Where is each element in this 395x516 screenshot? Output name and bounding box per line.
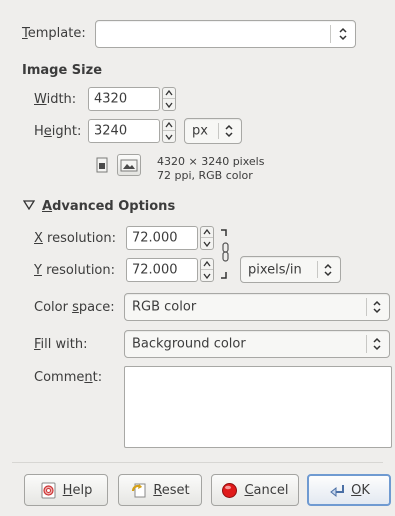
fill-with-value: Background color [132,336,246,352]
ok-icon [330,484,345,497]
fill-with-combo[interactable]: Background color [124,330,390,358]
y-resolution-increment-button[interactable] [201,259,213,270]
combo-arrows-icon [324,263,332,276]
color-space-value: RGB color [132,299,197,315]
combo-arrows-icon [225,124,233,138]
height-decrement-button[interactable] [163,131,175,142]
color-space-combo[interactable]: RGB color [124,293,390,321]
width-input[interactable]: 4320 [88,87,160,111]
x-resolution-input[interactable]: 72.000 [126,226,198,250]
template-label: Template: [22,26,86,41]
template-combo[interactable] [95,20,356,48]
resolution-unit-combo[interactable]: pixels/in [240,256,341,283]
cancel-label: Cancel [244,482,289,498]
cancel-icon [222,482,238,498]
y-resolution-label: Y resolution: [34,263,116,278]
help-icon [41,482,56,498]
fill-with-label: Fill with: [34,337,88,352]
y-resolution-value: 72.000 [132,262,178,278]
image-size-pixels: 4320 × 3240 pixels [157,155,265,168]
x-resolution-stepper[interactable] [200,226,214,250]
width-value: 4320 [94,91,128,107]
reset-icon [132,483,146,497]
ok-button[interactable]: OK [307,474,391,506]
combo-arrows-icon [373,337,381,351]
image-size-heading: Image Size [22,63,103,78]
expander-down-icon[interactable] [23,200,35,210]
size-unit-value: px [192,123,208,139]
portrait-orientation-icon[interactable] [94,155,110,175]
combo-arrows-icon [373,300,381,314]
color-space-label: Color space: [34,300,115,315]
x-resolution-label: X resolution: [34,231,116,246]
combo-arrows-icon [339,27,347,41]
cancel-button[interactable]: Cancel [211,474,299,506]
y-resolution-decrement-button[interactable] [201,270,213,281]
resolution-unit-value: pixels/in [248,262,302,277]
comment-label: Comment: [34,370,103,385]
help-label: Help [62,482,93,498]
chain-link-icon[interactable] [218,226,232,282]
width-increment-button[interactable] [163,88,175,99]
ok-label: OK [351,482,370,498]
advanced-options-heading[interactable]: Advanced Options [42,199,175,214]
x-resolution-increment-button[interactable] [201,227,213,238]
height-stepper[interactable] [162,119,176,143]
height-input[interactable]: 3240 [88,119,160,143]
y-resolution-stepper[interactable] [200,258,214,282]
y-resolution-input[interactable]: 72.000 [126,258,198,282]
size-unit-combo[interactable]: px [184,118,242,144]
height-label: Height: [34,124,82,139]
comment-textarea[interactable] [124,366,392,448]
reset-label: Reset [153,482,190,498]
width-label: Width: [34,92,77,107]
reset-button[interactable]: Reset [118,474,202,506]
landscape-orientation-icon[interactable] [117,154,141,176]
height-increment-button[interactable] [163,120,175,131]
x-resolution-decrement-button[interactable] [201,238,213,249]
image-size-info: 4320 × 3240 pixels 72 ppi, RGB color [157,155,264,183]
image-size-resolution: 72 ppi, RGB color [157,169,253,182]
x-resolution-value: 72.000 [132,230,178,246]
width-stepper[interactable] [162,87,176,111]
width-decrement-button[interactable] [163,99,175,110]
help-button[interactable]: Help [24,474,108,506]
height-value: 3240 [94,123,128,139]
button-divider [12,462,383,463]
